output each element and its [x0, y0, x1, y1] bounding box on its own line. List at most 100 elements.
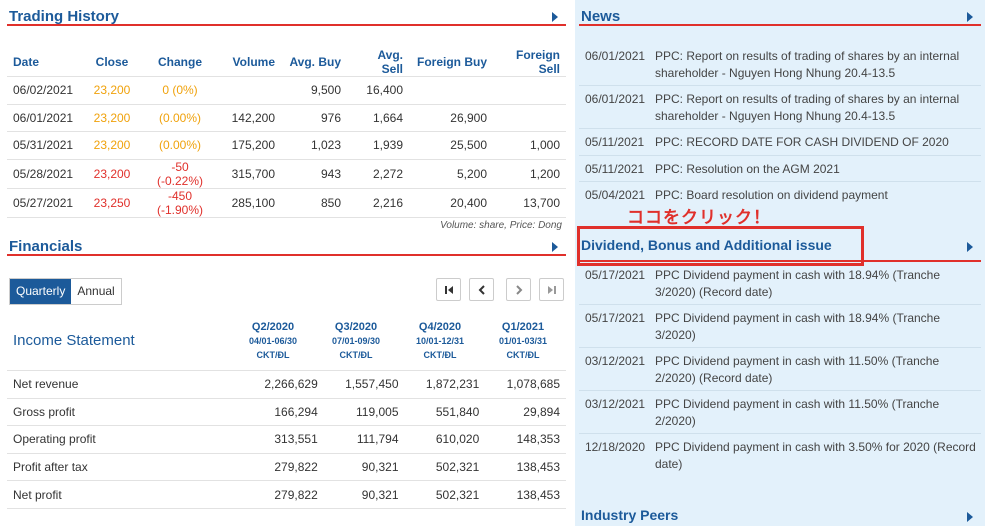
last-page-icon [547, 285, 556, 294]
cell-value: 166,294 [243, 398, 324, 427]
quarter-range: 01/01-03/31 [498, 336, 548, 346]
row-label: Operating profit [7, 425, 243, 454]
prev-page-button[interactable] [469, 278, 494, 301]
next-page-button[interactable] [506, 278, 531, 301]
quarter-unit: CKT/ĐL [506, 350, 540, 360]
cell-value: 138,453 [485, 480, 566, 509]
cell-date: 05/27/2021 [7, 188, 83, 218]
cell-volume: 285,100 [219, 188, 281, 218]
industry-peers-title[interactable]: Industry Peers [581, 507, 678, 523]
cell-change: -450 (-1.90%) [141, 188, 219, 218]
news-date: 05/04/2021 [585, 188, 646, 202]
financials-more-icon[interactable] [552, 242, 558, 252]
cell-foreign-buy: 20,400 [409, 188, 493, 218]
cell-volume: 315,700 [219, 159, 281, 189]
cell-value: 502,321 [404, 480, 486, 509]
quarter-unit: CKT/ĐL [256, 350, 290, 360]
cell-foreign-sell [493, 104, 566, 132]
cell-close: 23,200 [83, 104, 141, 132]
cell-avg-sell: 16,400 [347, 76, 409, 105]
list-item[interactable]: 05/17/2021 PPC Dividend payment in cash … [579, 262, 981, 305]
table-row: Operating profit 313,551 111,794 610,020… [7, 425, 566, 454]
list-item[interactable]: 03/12/2021 PPC Dividend payment in cash … [579, 348, 981, 391]
cell-close: 23,200 [83, 76, 141, 105]
dividend-headline[interactable]: PPC Dividend payment in cash with 3.50% … [655, 439, 977, 472]
cell-foreign-sell: 1,200 [493, 159, 566, 189]
list-item[interactable]: 06/01/2021 PPC: Report on results of tra… [579, 86, 981, 129]
trading-history-title: Trading History [9, 8, 120, 25]
cell-change: (0.00%) [141, 131, 219, 160]
industry-peers-header: Industry Peers [575, 505, 985, 526]
list-item[interactable]: 12/18/2020 PPC Dividend payment in cash … [579, 434, 981, 476]
list-item[interactable]: 03/12/2021 PPC Dividend payment in cash … [579, 391, 981, 434]
cell-value: 313,551 [243, 425, 324, 454]
quarter-unit: CKT/ĐL [339, 350, 373, 360]
row-label: Profit after tax [7, 453, 243, 482]
cell-avg-buy: 976 [281, 104, 347, 132]
news-headline[interactable]: PPC: Board resolution on dividend paymen… [655, 187, 977, 204]
first-page-icon [444, 285, 453, 294]
dividend-date: 05/17/2021 [585, 311, 646, 325]
trading-history-more-icon[interactable] [552, 12, 558, 22]
cell-avg-buy: 943 [281, 159, 347, 189]
cell-volume [219, 76, 281, 105]
trading-history-header: Trading History [7, 0, 566, 26]
cell-avg-buy: 1,023 [281, 131, 347, 160]
next-page-icon [515, 284, 522, 295]
list-item[interactable]: 06/01/2021 PPC: Report on results of tra… [579, 43, 981, 86]
last-page-button[interactable] [539, 278, 564, 301]
tab-quarterly[interactable]: Quarterly [10, 279, 72, 304]
cell-value: 279,822 [243, 480, 324, 509]
news-headline[interactable]: PPC: Report on results of trading of sha… [655, 48, 977, 81]
list-item[interactable]: 05/11/2021 PPC: Resolution on the AGM 20… [579, 156, 981, 182]
quarter-header: Q2/2020 04/01-06/30 CKT/ĐL [233, 320, 313, 362]
income-statement-table: Net revenue 2,266,629 1,557,450 1,872,23… [7, 370, 566, 509]
news-title[interactable]: News [581, 8, 620, 25]
quarter-range: 07/01-09/30 [331, 336, 381, 346]
news-more-icon[interactable] [967, 12, 973, 22]
row-label: Net profit [7, 480, 243, 509]
news-date: 05/11/2021 [585, 161, 645, 176]
table-row: 05/27/2021 23,250 -450 (-1.90%) 285,100 … [7, 188, 566, 218]
dividend-headline[interactable]: PPC Dividend payment in cash with 18.94%… [655, 310, 977, 343]
cell-volume: 175,200 [219, 131, 281, 160]
quarter-unit: CKT/ĐL [423, 350, 457, 360]
table-header-row: Date Close Change Volume Avg. Buy Avg. S… [7, 48, 566, 77]
cell-foreign-buy: 25,500 [409, 131, 493, 160]
quarter-label: Q1/2021 [501, 321, 545, 333]
quarter-header: Q4/2020 10/01-12/31 CKT/ĐL [400, 320, 480, 362]
industry-peers-more-icon[interactable] [967, 512, 973, 522]
financials-header-bar: Financials [7, 230, 566, 256]
cell-value: 551,840 [404, 398, 486, 427]
dividend-headline[interactable]: PPC Dividend payment in cash with 11.50%… [655, 353, 977, 386]
table-row: 05/28/2021 23,200 -50 (-0.22%) 315,700 9… [7, 159, 566, 189]
cell-close: 23,250 [83, 188, 141, 218]
dividend-date: 03/12/2021 [585, 354, 646, 368]
cell-value: 148,353 [485, 425, 566, 454]
dividend-more-icon[interactable] [967, 242, 973, 252]
highlight-box [577, 226, 864, 266]
table-row: Gross profit 166,294 119,005 551,840 29,… [7, 398, 566, 427]
cell-date: 06/02/2021 [7, 76, 83, 105]
col-foreign-sell: Foreign Sell [493, 48, 566, 77]
dividend-headline[interactable]: PPC Dividend payment in cash with 11.50%… [655, 396, 977, 429]
col-close: Close [83, 48, 141, 77]
cell-close: 23,200 [83, 131, 141, 160]
row-label: Gross profit [7, 398, 243, 427]
list-item[interactable]: 05/11/2021 PPC: RECORD DATE FOR CASH DIV… [579, 129, 981, 156]
list-item[interactable]: 05/17/2021 PPC Dividend payment in cash … [579, 305, 981, 348]
cell-foreign-buy: 5,200 [409, 159, 493, 189]
cell-foreign-buy [409, 76, 493, 105]
news-headline[interactable]: PPC: Report on results of trading of sha… [655, 91, 977, 124]
col-change: Change [141, 48, 219, 77]
cell-value: 279,822 [243, 453, 324, 482]
dividend-list: 05/17/2021 PPC Dividend payment in cash … [579, 262, 981, 476]
news-date: 06/01/2021 [585, 92, 646, 106]
tab-annual[interactable]: Annual [71, 279, 120, 304]
news-headline[interactable]: PPC: RECORD DATE FOR CASH DIVIDEND OF 20… [655, 134, 977, 151]
first-page-button[interactable] [436, 278, 461, 301]
dividend-headline[interactable]: PPC Dividend payment in cash with 18.94%… [655, 267, 977, 300]
news-headline[interactable]: PPC: Resolution on the AGM 2021 [655, 161, 977, 178]
cell-value: 29,894 [485, 398, 566, 427]
cell-value: 111,794 [323, 425, 405, 454]
